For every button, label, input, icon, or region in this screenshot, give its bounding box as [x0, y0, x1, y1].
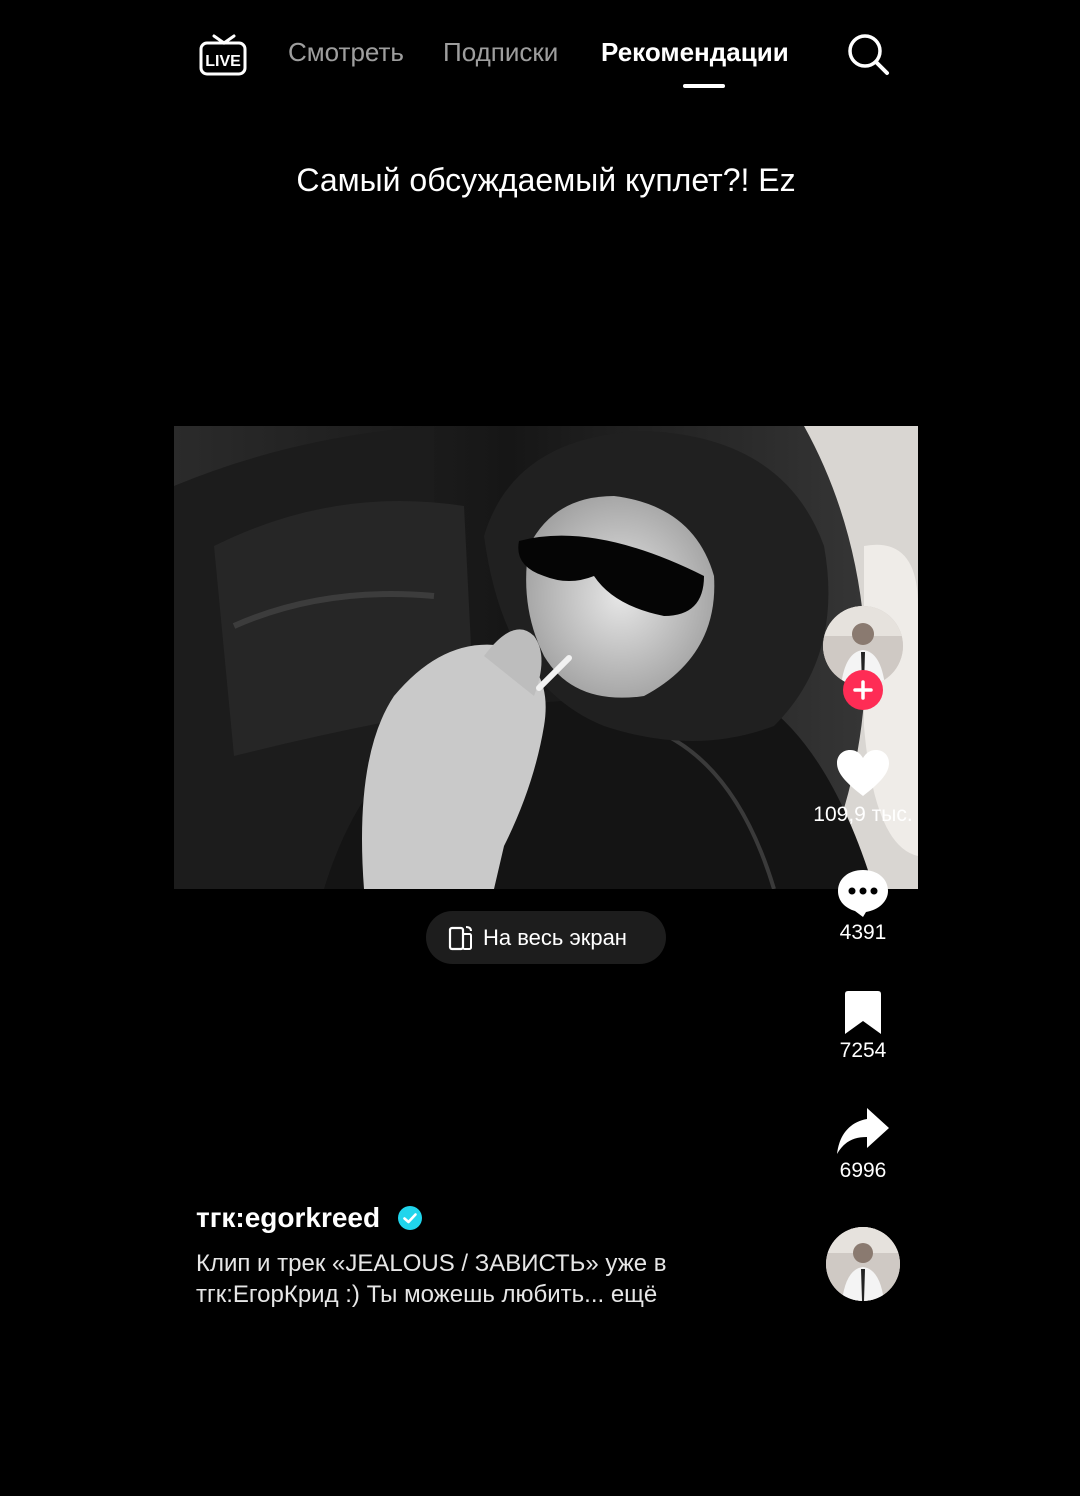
share-button[interactable]: 6996 [800, 1106, 926, 1184]
live-tv-icon[interactable]: LIVE [198, 30, 250, 78]
like-count: 109,9 тыс. [813, 803, 913, 826]
creator-avatar-button[interactable] [823, 606, 903, 710]
save-count: 7254 [839, 1039, 887, 1062]
fullscreen-label: На весь экран [483, 925, 627, 950]
follow-button[interactable] [843, 670, 883, 710]
top-navigation: LIVE Смотреть Подписки Рекомендации [0, 0, 1080, 100]
fullscreen-rotate-icon [448, 926, 472, 951]
bookmark-icon [845, 991, 881, 1034]
share-arrow-icon [837, 1108, 889, 1154]
svg-text:LIVE: LIVE [205, 53, 241, 70]
tab-for-you[interactable]: Рекомендации [601, 36, 789, 68]
share-count: 6996 [839, 1159, 887, 1182]
author-username[interactable]: тгк:egorkreed [196, 1202, 422, 1234]
description-line: тгк:ЕгорКрид :) Ты можешь любить... ещё [196, 1281, 658, 1308]
music-disc-button[interactable] [826, 1227, 900, 1301]
like-button[interactable]: 109,9 тыс. [800, 748, 926, 828]
fullscreen-button[interactable]: На весь экран [426, 911, 666, 964]
verified-badge-icon [397, 1205, 422, 1230]
active-tab-indicator [683, 84, 725, 88]
music-disc-image [826, 1227, 900, 1301]
description-line: Клип и трек «JEALOUS / ЗАВИСТЬ» уже в [196, 1250, 667, 1277]
plus-icon [853, 680, 873, 700]
video-caption: Самый обсуждаемый куплет?! Ez [296, 162, 796, 198]
comment-icon [838, 870, 888, 917]
tab-following[interactable]: Подписки [443, 36, 558, 68]
tab-watch[interactable]: Смотреть [288, 36, 404, 68]
save-button[interactable]: 7254 [800, 990, 926, 1064]
comment-button[interactable]: 4391 [800, 868, 926, 946]
heart-icon [837, 750, 889, 796]
comment-count: 4391 [839, 921, 887, 944]
post-description[interactable]: Клип и трек «JEALOUS / ЗАВИСТЬ» уже в тг… [196, 1248, 756, 1310]
author-name: тгк:egorkreed [196, 1202, 381, 1233]
search-icon[interactable] [846, 32, 890, 76]
